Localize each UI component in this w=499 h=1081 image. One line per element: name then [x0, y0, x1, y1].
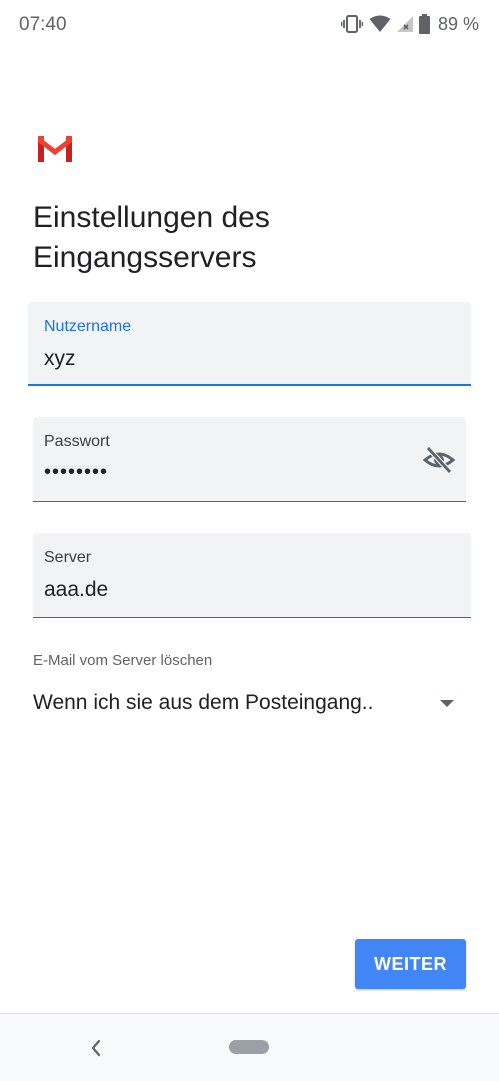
server-field[interactable]: Server aaa.de	[33, 533, 471, 618]
page-title-line2: Eingangsservers	[33, 241, 257, 274]
home-pill[interactable]	[229, 1040, 269, 1054]
visibility-off-icon[interactable]	[423, 445, 455, 475]
password-underline	[33, 501, 466, 502]
status-bar: 07:40 89 %	[0, 0, 499, 50]
username-label: Nutzername	[44, 318, 132, 335]
next-button[interactable]: WEITER	[355, 939, 466, 989]
password-label: Passwort	[44, 433, 110, 450]
delete-from-server-selected: Wenn ich sie aus dem Posteingang..	[33, 691, 374, 714]
signal-icon	[396, 16, 413, 32]
delete-from-server-dropdown[interactable]: Wenn ich sie aus dem Posteingang..	[33, 684, 458, 724]
status-time: 07:40	[19, 14, 67, 35]
wifi-icon	[369, 15, 391, 32]
server-label: Server	[44, 549, 92, 566]
username-value[interactable]: xyz	[44, 347, 76, 371]
username-underline	[28, 384, 471, 386]
password-value[interactable]: ••••••••	[44, 461, 108, 484]
dropdown-arrow-icon	[440, 700, 454, 707]
battery-percent: 89 %	[437, 13, 479, 34]
page-title: Einstellungen des Eingangsservers	[33, 198, 453, 278]
back-icon[interactable]	[86, 1036, 106, 1060]
status-icons: 89 %	[340, 12, 479, 36]
server-underline	[33, 617, 471, 618]
password-field[interactable]: Passwort ••••••••	[33, 417, 466, 502]
page-title-line1: Einstellungen des	[33, 201, 270, 234]
battery-icon	[418, 14, 430, 34]
server-value[interactable]: aaa.de	[44, 578, 108, 602]
navigation-bar	[0, 1013, 499, 1081]
gmail-logo	[38, 136, 72, 162]
vibrate-icon	[340, 15, 363, 33]
delete-from-server-label: E-Mail vom Server löschen	[33, 652, 213, 669]
username-field[interactable]: Nutzername xyz	[28, 302, 471, 386]
